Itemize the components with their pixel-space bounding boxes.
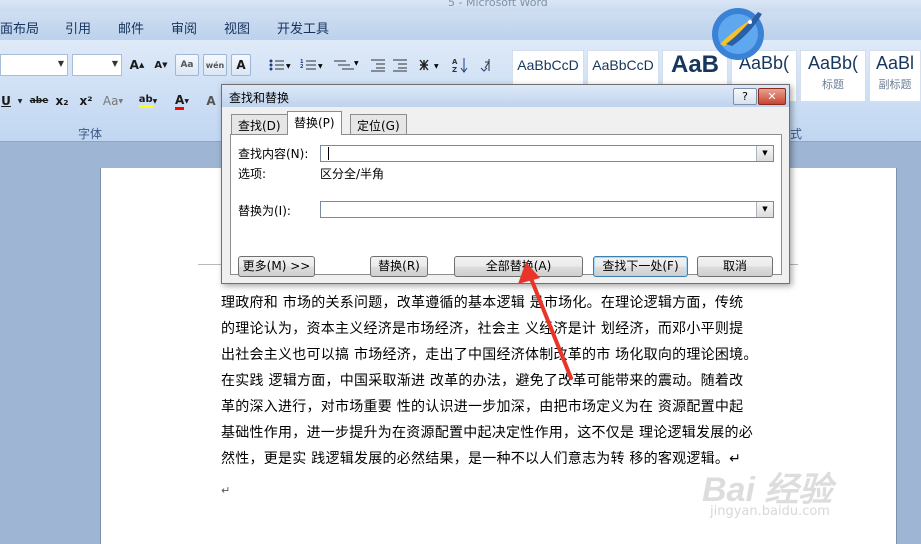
replace-with-label: 替换为(I): — [238, 204, 291, 218]
change-case-button[interactable]: Aa ▼ — [100, 90, 126, 112]
chinese-layout-button[interactable]: ▼ — [416, 54, 444, 76]
find-replace-dialog: 查找和替换 ? ✕ 查找(D) 替换(P) 定位(G) 查找内容(N): ▼ 选… — [221, 84, 790, 284]
cancel-button[interactable]: 取消 — [697, 256, 773, 277]
more-button[interactable]: 更多(M) >> — [238, 256, 315, 277]
multilevel-list-icon: ▼ — [334, 60, 359, 70]
tab-page-layout[interactable]: 面布局 — [0, 18, 39, 37]
grow-font-button[interactable]: A ▲ — [127, 54, 147, 76]
tab-review[interactable]: 审阅 — [171, 18, 197, 37]
decrease-indent-button[interactable] — [368, 54, 388, 76]
multilevel-list-button[interactable]: ▼ — [330, 54, 362, 76]
svg-text:▼: ▼ — [286, 63, 291, 70]
decrease-indent-icon — [371, 59, 385, 72]
svg-text:Z: Z — [452, 66, 457, 73]
phonetic-guide-button[interactable]: wén — [203, 54, 227, 76]
superscript-button[interactable]: x² — [76, 90, 96, 112]
show-marks-button[interactable] — [476, 54, 498, 76]
strikethrough-button[interactable]: abe — [28, 90, 50, 112]
document-line: 基础性作用，进一步提升为在资源配置中起决定性作用，这不仅是 理论逻辑发展的必 — [221, 425, 753, 441]
svg-text:▼: ▼ — [318, 63, 323, 70]
chevron-down-icon: ▼ — [57, 59, 64, 68]
options-value: 区分全/半角 — [320, 167, 385, 181]
style-subtitle[interactable]: AaBl 副标题 — [869, 50, 921, 102]
text-highlight-button[interactable]: ab ▼ — [132, 90, 164, 112]
chevron-down-icon: ▼ — [111, 59, 118, 68]
chevron-down-icon: ▼ — [17, 97, 23, 105]
style-title[interactable]: AaBb( 标题 — [800, 50, 866, 102]
chevron-down-icon[interactable]: ▼ — [756, 202, 773, 217]
document-line: 然性，更是实 践逻辑发展的必然结果，是一种不以人们意志为转 移的客观逻辑。↵ — [221, 451, 742, 467]
shrink-font-button[interactable]: A ▼ — [151, 54, 171, 76]
options-label: 选项: — [238, 167, 267, 181]
document-line: 的理论认为，资本主义经济是市场经济，社会主 义经济是计 划经济，而邓小平则提 — [221, 321, 744, 337]
svg-text:▼: ▼ — [354, 60, 359, 67]
sort-button[interactable]: AZ — [450, 54, 472, 76]
character-border-button[interactable]: A — [231, 54, 251, 76]
styles-group-label: 式 — [790, 127, 803, 141]
subscript-button[interactable]: x₂ — [52, 90, 72, 112]
replace-tab-panel: 查找内容(N): ▼ 选项: 区分全/半角 替换为(I): ▼ 更多(M) >>… — [230, 134, 782, 277]
tab-view[interactable]: 视图 — [224, 18, 250, 37]
font-name-combo[interactable]: ▼ — [0, 54, 68, 76]
tab-find[interactable]: 查找(D) — [231, 114, 288, 134]
document-body[interactable]: 理政府和 市场的关系问题，改革遵循的基本逻辑 是市场化。在理论逻辑方面，传统 的… — [221, 290, 777, 472]
window-title: 5 - Microsoft Word — [448, 0, 548, 9]
find-next-button[interactable]: 查找下一处(F) — [593, 256, 688, 277]
bullet-list-icon: ▼ — [269, 59, 291, 71]
svg-text:2: 2 — [300, 64, 304, 70]
chevron-down-icon[interactable]: ▼ — [756, 146, 773, 161]
paragraph-mark: ↵ — [221, 484, 231, 497]
replace-button[interactable]: 替换(R) — [370, 256, 428, 277]
paragraph-mark-icon — [480, 59, 490, 72]
bullets-button[interactable]: ▼ — [266, 54, 294, 76]
increase-indent-icon — [393, 59, 407, 72]
baidu-watermark: Bai 经验 jingyan.baidu.com — [702, 456, 902, 526]
svg-text:▼: ▼ — [434, 63, 439, 70]
clear-formatting-button[interactable]: Aa — [175, 54, 199, 76]
tab-developer[interactable]: 开发工具 — [277, 18, 329, 37]
document-line: 在实践 逻辑方面，中国采取渐进 改革的办法，避免了改革可能带来的震动。随着改 — [221, 373, 744, 389]
font-color-button[interactable]: A ▼ — [168, 90, 196, 112]
replace-all-button[interactable]: 全部替换(A) — [454, 256, 583, 277]
bird-logo-icon — [712, 8, 764, 60]
underline-button[interactable]: U — [0, 90, 12, 112]
close-button[interactable]: ✕ — [758, 88, 786, 105]
tab-goto[interactable]: 定位(G) — [350, 114, 407, 134]
watermark-url: jingyan.baidu.com — [710, 504, 830, 519]
document-line: 出社会主义也可以搞 市场经济，走出了中国经济体制改革的市 场化取向的理论困境。 — [221, 347, 758, 363]
text-caret — [328, 147, 329, 160]
font-size-combo[interactable]: ▼ — [72, 54, 122, 76]
tab-replace[interactable]: 替换(P) — [287, 111, 342, 135]
svg-text:A: A — [452, 58, 458, 66]
replace-with-input[interactable]: ▼ — [320, 201, 774, 218]
font-group-label: 字体 — [78, 127, 103, 141]
sort-icon: AZ — [452, 58, 468, 73]
numbering-button[interactable]: 1 2 ▼ — [298, 54, 326, 76]
help-button[interactable]: ? — [733, 88, 757, 105]
document-line: 理政府和 市场的关系问题，改革遵循的基本逻辑 是市场化。在理论逻辑方面，传统 — [221, 295, 744, 311]
numbered-list-icon: 12 ▼ — [300, 59, 323, 70]
document-line: 革的深入进行，对市场重要 性的认识进一步加深，由把市场定义为在 资源配置中起 — [221, 399, 744, 415]
chinese-layout-icon: ▼ — [419, 59, 439, 71]
tab-mailings[interactable]: 邮件 — [118, 18, 144, 37]
character-shading-button[interactable]: A — [202, 90, 220, 112]
tab-references[interactable]: 引用 — [65, 18, 91, 37]
underline-dropdown[interactable]: ▼ — [16, 90, 24, 112]
find-what-label: 查找内容(N): — [238, 147, 309, 161]
dialog-title-bar[interactable]: 查找和替换 ? ✕ — [222, 85, 789, 107]
increase-indent-button[interactable] — [390, 54, 410, 76]
ribbon-tab-bar: 面布局 引用 邮件 审阅 视图 开发工具 — [0, 12, 921, 40]
title-bar: 5 - Microsoft Word — [0, 0, 921, 12]
dialog-title: 查找和替换 — [229, 91, 290, 105]
find-what-input[interactable]: ▼ — [320, 145, 774, 162]
